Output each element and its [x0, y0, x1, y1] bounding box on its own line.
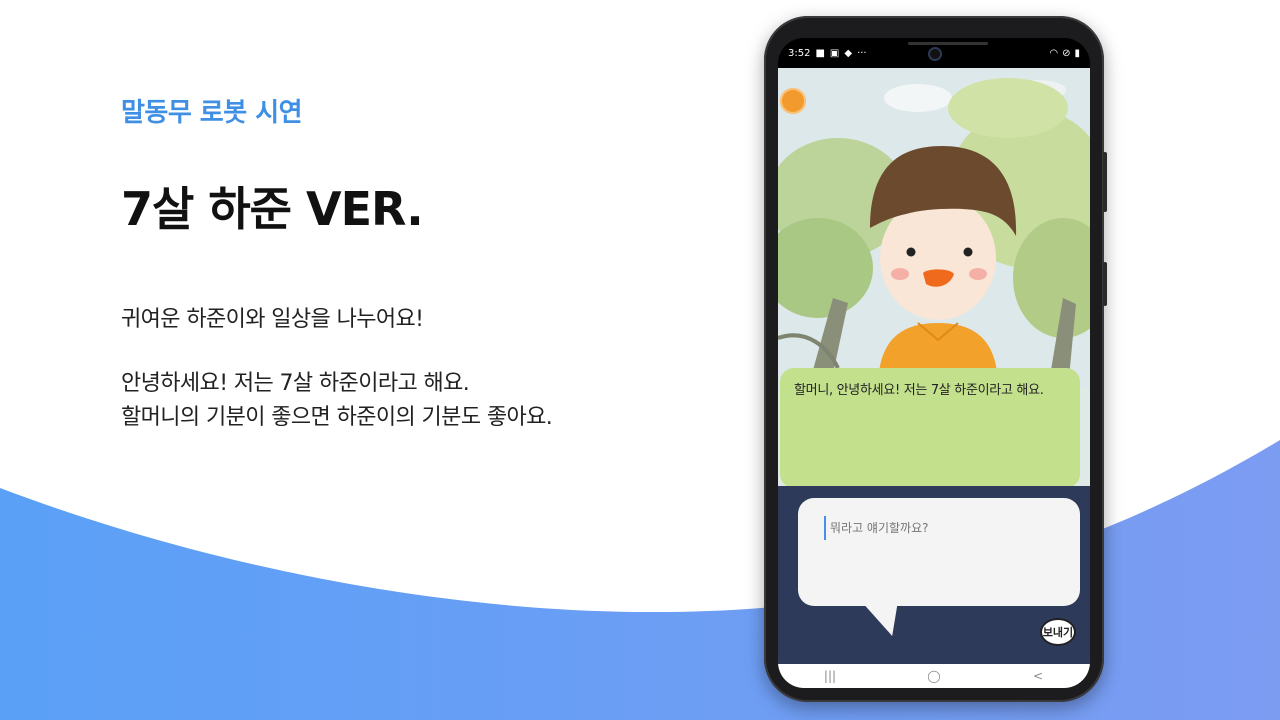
recent-apps-icon[interactable]: |||: [810, 666, 850, 686]
back-icon[interactable]: <: [1018, 666, 1058, 686]
phone-mockup: 3:52 ■ ▣ ◆ ··· ◠ ⊘ ▮ 할머니, 안녕하세요! 저는 7살 하…: [764, 16, 1107, 702]
phone-screen: 3:52 ■ ▣ ◆ ··· ◠ ⊘ ▮ 할머니, 안녕하세요! 저는 7살 하…: [778, 38, 1090, 688]
battery-icon: ▮: [1074, 47, 1080, 59]
power-button: [1103, 262, 1107, 306]
wifi-icon: ◠: [1049, 47, 1059, 59]
chat-app: 할머니, 안녕하세요! 저는 7살 하준이라고 해요. 보내기: [778, 68, 1090, 664]
input-panel: 보내기: [778, 486, 1090, 664]
image-icon: ▣: [829, 47, 840, 59]
no-disturb-icon: ⊘: [1062, 47, 1071, 59]
slide-greeting: 안녕하세요! 저는 7살 하준이라고 해요. 할머니의 기분이 좋으면 하준이의…: [121, 367, 721, 435]
slide-title: 7살 하준 VER.: [121, 182, 424, 236]
menu-button[interactable]: [780, 88, 806, 114]
greeting-line-2: 할머니의 기분이 좋으면 하준이의 기분도 좋아요.: [121, 405, 553, 430]
earpiece: [908, 42, 988, 45]
bubble-tail: [861, 602, 911, 636]
volume-button: [1103, 152, 1107, 212]
status-time: 3:52: [788, 47, 811, 59]
android-nav-bar: ||| ◯ <: [778, 664, 1090, 688]
home-icon[interactable]: ◯: [914, 666, 954, 686]
message-input[interactable]: [824, 516, 1064, 540]
slide: 말동무 로봇 시연 7살 하준 VER. 귀여운 하준이와 일상을 나누어요! …: [0, 0, 1280, 720]
front-camera: [928, 47, 942, 61]
character-illustration: [778, 68, 1090, 388]
greeting-line-1: 안녕하세요! 저는 7살 하준이라고 해요.: [121, 371, 470, 396]
send-button[interactable]: 보내기: [1040, 618, 1076, 646]
slide-kicker: 말동무 로봇 시연: [121, 98, 303, 128]
bag-icon: ◆: [844, 47, 853, 59]
slide-text: 말동무 로봇 시연 7살 하준 VER. 귀여운 하준이와 일상을 나누어요! …: [121, 92, 721, 435]
slide-description: 귀여운 하준이와 일상을 나누어요!: [121, 307, 424, 332]
input-bubble: [798, 498, 1080, 606]
status-dots: ···: [857, 47, 867, 59]
video-icon: ■: [815, 47, 825, 59]
chat-bubble: 할머니, 안녕하세요! 저는 7살 하준이라고 해요.: [780, 368, 1080, 488]
